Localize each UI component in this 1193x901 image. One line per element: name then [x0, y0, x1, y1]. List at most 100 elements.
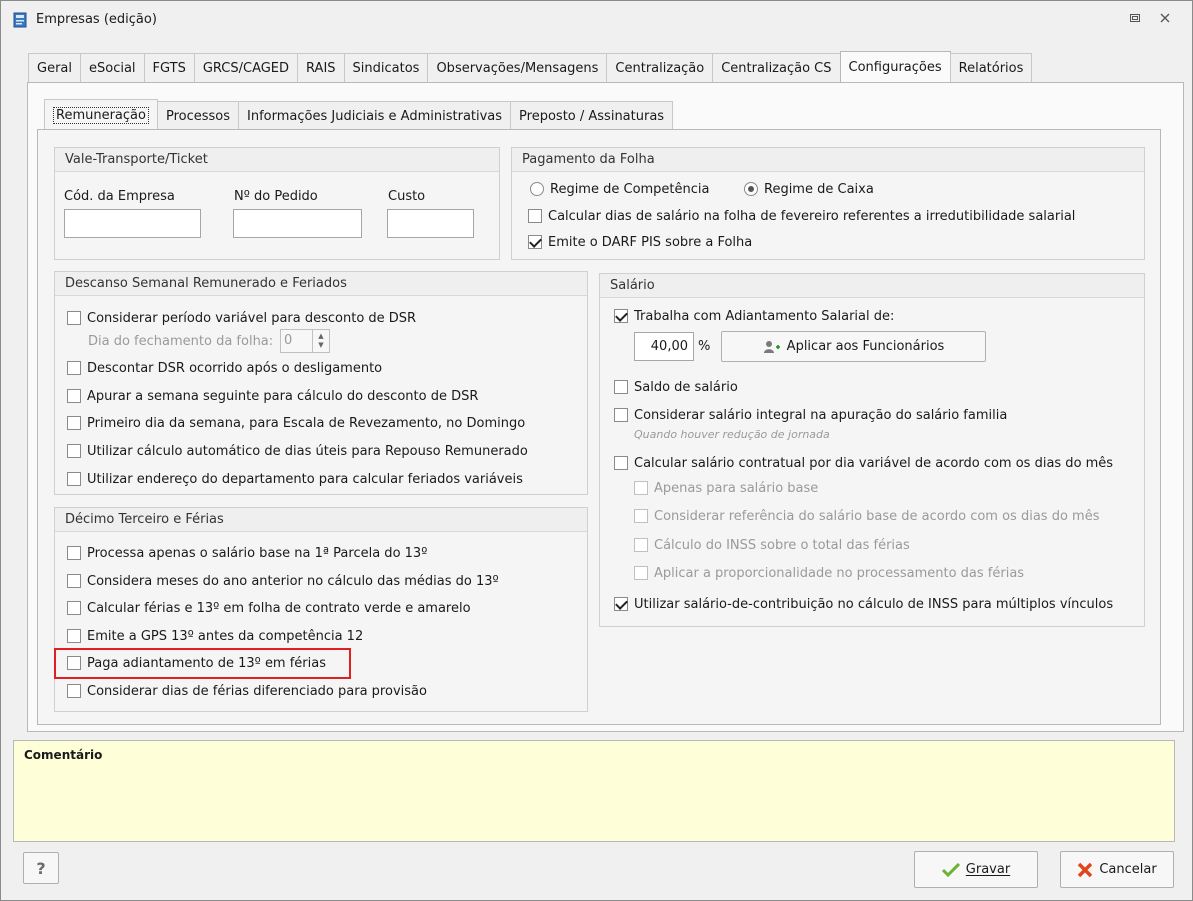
- subtab-preposto[interactable]: Preposto / Assinaturas: [510, 101, 674, 130]
- radio-indicator: [744, 182, 758, 196]
- cb-endereco-departamento[interactable]: Utilizar endereço do departamento para c…: [67, 470, 523, 488]
- group-title: Vale-Transporte/Ticket: [55, 148, 499, 172]
- cod-empresa-label: Cód. da Empresa: [64, 189, 175, 204]
- checkbox-label: Considera meses do ano anterior no cálcu…: [87, 573, 499, 589]
- cb-inss-total-ferias[interactable]: Cálculo do INSS sobre o total das férias: [634, 536, 910, 554]
- tab-esocial[interactable]: eSocial: [80, 53, 145, 82]
- gravar-button[interactable]: Gravar: [914, 851, 1038, 888]
- checkbox: [67, 416, 81, 430]
- cb-calculo-automatico[interactable]: Utilizar cálculo automático de dias útei…: [67, 442, 528, 460]
- comment-area[interactable]: Comentário: [13, 740, 1175, 842]
- checkbox-label: Descontar DSR ocorrido após o desligamen…: [87, 360, 383, 376]
- radio-caixa[interactable]: Regime de Caixa: [744, 180, 874, 198]
- window-title: Empresas (edição): [36, 12, 157, 27]
- tab-centralizacao-cs[interactable]: Centralização CS: [712, 53, 841, 82]
- tab-label: Relatórios: [958, 60, 1024, 76]
- title-bar: Empresas (edição): [1, 1, 1192, 39]
- checkbox: [67, 361, 81, 375]
- cb-dias-ferias-provisao[interactable]: Considerar dias de férias diferenciado p…: [67, 682, 427, 700]
- tab-label: Configurações: [848, 59, 942, 75]
- cb-darf-pis[interactable]: Emite o DARF PIS sobre a Folha: [528, 233, 752, 251]
- checkbox: [67, 311, 81, 325]
- checkbox-label: Apenas para salário base: [654, 480, 819, 496]
- subtab-label: Processos: [165, 108, 231, 124]
- checkbox-label: Calcular dias de salário na folha de fev…: [548, 208, 1076, 224]
- button-label: Aplicar aos Funcionários: [786, 339, 945, 354]
- checkbox: [528, 209, 542, 223]
- subtab-remuneracao[interactable]: Remuneração: [44, 99, 158, 130]
- cb-gps-13[interactable]: Emite a GPS 13º antes da competência 12: [67, 627, 363, 645]
- cb-verde-amarelo[interactable]: Calcular férias e 13º em folha de contra…: [67, 599, 471, 617]
- checkbox-label: Apurar a semana seguinte para cálculo do…: [87, 388, 479, 404]
- checkbox-label: Utilizar cálculo automático de dias útei…: [87, 443, 528, 459]
- cb-primeiro-dia[interactable]: Primeiro dia da semana, para Escala de R…: [67, 414, 525, 432]
- cb-meses-ano-anterior[interactable]: Considera meses do ano anterior no cálcu…: [67, 572, 499, 590]
- tab-label: GRCS/CAGED: [202, 60, 290, 76]
- cod-empresa-input[interactable]: [64, 209, 201, 238]
- cb-salario-integral[interactable]: Considerar salário integral na apuração …: [614, 406, 1007, 424]
- cb-salario-base-1a-parcela[interactable]: Processa apenas o salário base na 1ª Par…: [67, 544, 427, 562]
- aplicar-funcionarios-button[interactable]: Aplicar aos Funcionários: [721, 331, 986, 362]
- checkbox: [528, 235, 542, 249]
- subtab-label: Remuneração: [53, 106, 149, 124]
- cb-proporcionalidade-ferias[interactable]: Aplicar a proporcionalidade no processam…: [634, 564, 1024, 582]
- tab-label: Centralização CS: [721, 60, 832, 76]
- tab-fgts[interactable]: FGTS: [143, 53, 195, 82]
- checkbox: [67, 629, 81, 643]
- tab-grcs-caged[interactable]: GRCS/CAGED: [193, 53, 299, 82]
- cb-adiantamento-salarial[interactable]: Trabalha com Adiantamento Salarial de:: [614, 307, 894, 325]
- percentual-input[interactable]: 40,00: [634, 332, 694, 361]
- checkbox: [614, 597, 628, 611]
- checkbox-label: Considerar salário integral na apuração …: [634, 407, 1008, 423]
- button-label: Gravar: [965, 862, 1011, 877]
- checkbox-label: Emite o DARF PIS sobre a Folha: [548, 234, 753, 250]
- dia-fechamento-spinner[interactable]: 0 ▲ ▼: [280, 329, 330, 353]
- tab-configuracoes[interactable]: Configurações: [839, 51, 951, 82]
- cancel-x-icon: [1078, 862, 1093, 877]
- tab-geral[interactable]: Geral: [28, 53, 81, 82]
- tab-label: Geral: [37, 60, 72, 76]
- cb-referencia-salario-base[interactable]: Considerar referência do salário base de…: [634, 507, 1099, 525]
- tab-rais[interactable]: RAIS: [297, 53, 345, 82]
- cb-saldo-salario[interactable]: Saldo de salário: [614, 378, 738, 396]
- restore-icon[interactable]: [1127, 12, 1143, 28]
- cb-apenas-salario-base[interactable]: Apenas para salário base: [634, 479, 818, 497]
- tab-label: FGTS: [152, 60, 186, 76]
- checkbox-label: Calcular salário contratual por dia vari…: [634, 455, 1114, 471]
- checkbox: [614, 380, 628, 394]
- cb-descontar-dsr[interactable]: Descontar DSR ocorrido após o desligamen…: [67, 359, 382, 377]
- cb-periodo-variavel[interactable]: Considerar período variável para descont…: [67, 309, 416, 327]
- checkbox-label: Considerar dias de férias diferenciado p…: [87, 683, 427, 699]
- checkbox: [634, 566, 648, 580]
- add-user-icon: [763, 340, 780, 353]
- custo-input[interactable]: [387, 209, 474, 238]
- tab-relatorios[interactable]: Relatórios: [949, 53, 1033, 82]
- tab-centralizacao[interactable]: Centralização: [606, 53, 714, 82]
- pedido-label: Nº do Pedido: [234, 189, 318, 204]
- pedido-input[interactable]: [233, 209, 362, 238]
- subtab-label: Informações Judiciais e Administrativas: [247, 108, 503, 124]
- checkbox: [614, 456, 628, 470]
- checkbox: [614, 309, 628, 323]
- cb-salario-contribuicao[interactable]: Utilizar salário-de-contribuição no cálc…: [614, 595, 1113, 613]
- button-label: Cancelar: [1099, 862, 1157, 877]
- help-button[interactable]: ?: [23, 852, 59, 884]
- cb-salario-contratual[interactable]: Calcular salário contratual por dia vari…: [614, 454, 1113, 472]
- checkbox: [67, 472, 81, 486]
- checkbox-label: Trabalha com Adiantamento Salarial de:: [634, 308, 895, 324]
- tab-observacoes[interactable]: Observações/Mensagens: [427, 53, 608, 82]
- cb-fevereiro[interactable]: Calcular dias de salário na folha de fev…: [528, 207, 1075, 225]
- checkbox: [634, 509, 648, 523]
- spinner-arrows-icon[interactable]: ▲ ▼: [313, 330, 329, 352]
- subtab-informacoes-judiciais[interactable]: Informações Judiciais e Administrativas: [238, 101, 512, 130]
- main-tabs: Geral eSocial FGTS GRCS/CAGED RAIS Sindi…: [28, 51, 1033, 82]
- tab-sindicatos[interactable]: Sindicatos: [343, 53, 429, 82]
- cb-apurar-semana[interactable]: Apurar a semana seguinte para cálculo do…: [67, 387, 478, 405]
- checkbox-label: Calcular férias e 13º em folha de contra…: [87, 600, 471, 616]
- radio-competencia[interactable]: Regime de Competência: [530, 180, 710, 198]
- close-icon[interactable]: [1157, 12, 1173, 28]
- subtab-processos[interactable]: Processos: [156, 101, 240, 130]
- cancelar-button[interactable]: Cancelar: [1060, 851, 1174, 888]
- checkbox-label: Emite a GPS 13º antes da competência 12: [87, 628, 364, 644]
- checkbox-label: Primeiro dia da semana, para Escala de R…: [87, 415, 526, 431]
